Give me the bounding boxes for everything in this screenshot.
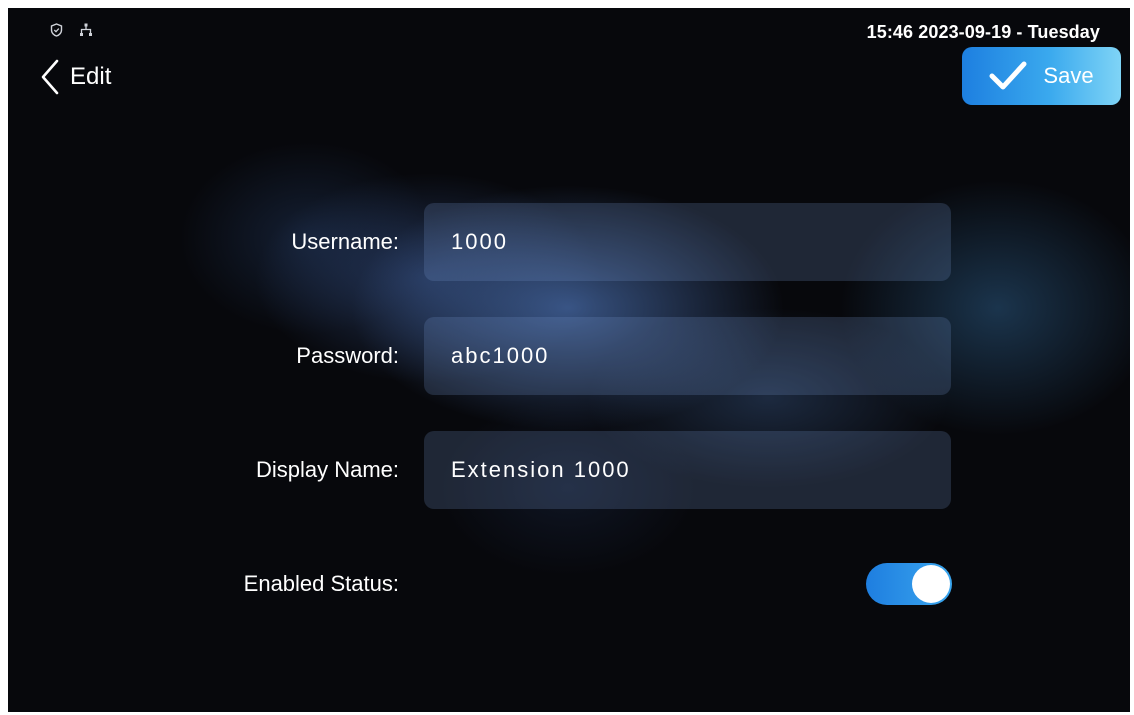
page-title: Edit	[70, 63, 112, 90]
toggle-knob	[912, 565, 950, 603]
enabled-status-row: Enabled Status:	[8, 545, 1130, 623]
status-icons	[50, 23, 93, 37]
save-label: Save	[1043, 63, 1094, 88]
password-label: Password:	[296, 343, 399, 368]
back-button[interactable]: Edit	[40, 58, 111, 96]
save-button[interactable]: Save	[962, 47, 1121, 105]
checkmark-icon	[989, 61, 1027, 91]
network-icon	[79, 23, 93, 37]
username-label: Username:	[291, 229, 399, 254]
enabled-status-label: Enabled Status:	[243, 571, 399, 596]
username-input[interactable]: 1000	[424, 203, 951, 281]
password-row: Password: abc1000	[8, 317, 1130, 395]
display-name-input[interactable]: Extension 1000	[424, 431, 951, 509]
enabled-status-toggle[interactable]	[866, 563, 952, 605]
username-row: Username: 1000	[8, 203, 1130, 281]
display-name-label: Display Name:	[255, 457, 399, 482]
display-name-row: Display Name: Extension 1000	[8, 431, 1130, 509]
status-bar: 15:46 2023-09-19 - Tuesday	[8, 8, 1130, 48]
chevron-left-icon	[40, 58, 60, 96]
screen: 15:46 2023-09-19 - Tuesday Edit Save Use…	[8, 8, 1130, 712]
shield-icon	[50, 23, 63, 37]
password-input[interactable]: abc1000	[424, 317, 951, 395]
datetime: 15:46 2023-09-19 - Tuesday	[866, 22, 1100, 42]
